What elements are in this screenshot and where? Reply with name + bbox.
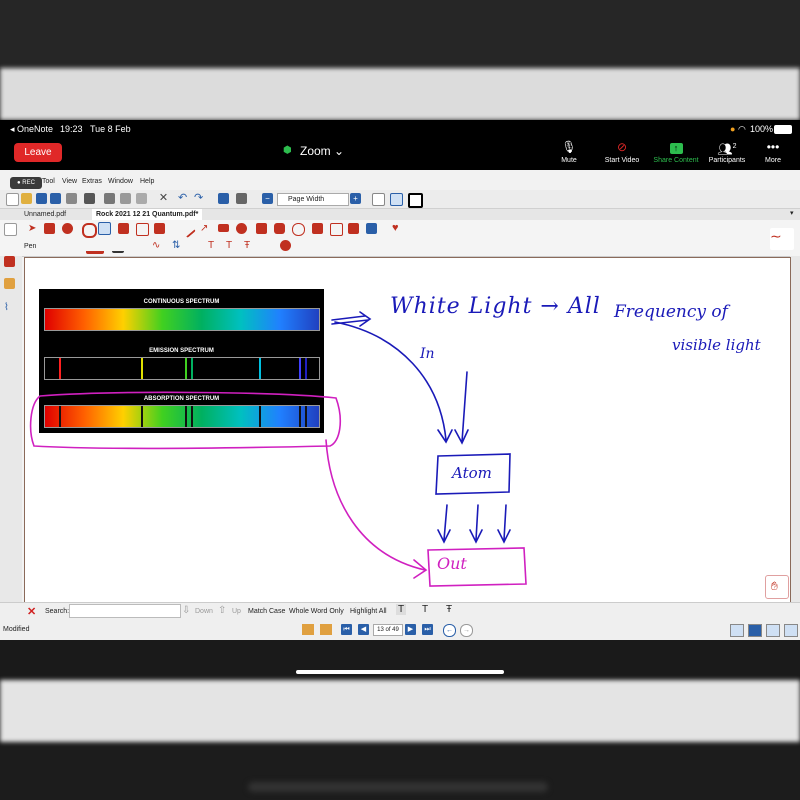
search-up-label[interactable]: Up <box>232 608 241 615</box>
text-underline-search-icon[interactable]: T <box>422 604 428 615</box>
arrow-down-icon[interactable]: ⇩ <box>182 605 190 616</box>
text-strike-search-icon[interactable]: Ŧ <box>446 604 452 615</box>
ink-arrow-right <box>331 311 372 327</box>
home-indicator[interactable] <box>296 670 504 674</box>
close-search-icon[interactable]: ✕ <box>27 605 36 618</box>
ink-arrow-curve <box>334 321 453 444</box>
ink-text-in: In <box>420 346 435 362</box>
ink-arrow-to-out <box>325 439 428 579</box>
last-page-button[interactable]: ⏭︎ <box>422 624 433 635</box>
ink-text-atom: Atom <box>452 464 492 482</box>
prev-page-button[interactable]: ◀ <box>358 624 369 635</box>
search-label: Search: <box>45 608 70 615</box>
history-forward-icon[interactable]: → <box>460 624 473 637</box>
ink-arrow-out-2 <box>469 504 483 544</box>
first-page-button[interactable]: ⏮︎ <box>341 624 352 635</box>
ink-text-visible-light: visible light <box>672 336 761 354</box>
modified-status: Modified <box>3 626 30 633</box>
view-two-page-icon[interactable] <box>766 624 780 637</box>
history-back-icon[interactable]: ← <box>443 624 456 637</box>
ink-arrow-out-3 <box>497 504 511 544</box>
ink-arrow-out-1 <box>437 504 451 544</box>
view-grid-icon[interactable] <box>784 624 798 637</box>
page-number-field[interactable]: 13 of 49 <box>373 624 403 636</box>
highlight-all-option[interactable]: Highlight All <box>350 608 387 615</box>
search-input[interactable] <box>69 604 181 618</box>
ink-text-frequency: Frequency of <box>614 302 728 322</box>
ink-layer <box>29 311 527 587</box>
next-page-button[interactable]: ▶ <box>405 624 416 635</box>
search-down-label[interactable]: Down <box>195 608 213 615</box>
forward-view-icon[interactable] <box>320 624 332 635</box>
ink-hand-icon: ✋︎ <box>771 579 778 593</box>
back-view-icon[interactable] <box>302 624 314 635</box>
ink-text-white-light: White Light → All <box>390 294 601 319</box>
ink-highlight-circle <box>29 391 342 450</box>
whole-word-option[interactable]: Whole Word Only <box>289 608 344 615</box>
ink-text-out: Out <box>437 554 467 573</box>
arrow-up-icon[interactable]: ⇧ <box>218 605 226 616</box>
ink-arrow-down <box>454 371 469 445</box>
text-style-icon[interactable]: T <box>396 604 407 615</box>
ink-annotation-button[interactable]: ✋︎ <box>765 575 789 599</box>
view-single-icon[interactable] <box>730 624 744 637</box>
view-continuous-icon[interactable] <box>748 624 762 637</box>
match-case-option[interactable]: Match Case <box>248 608 285 615</box>
